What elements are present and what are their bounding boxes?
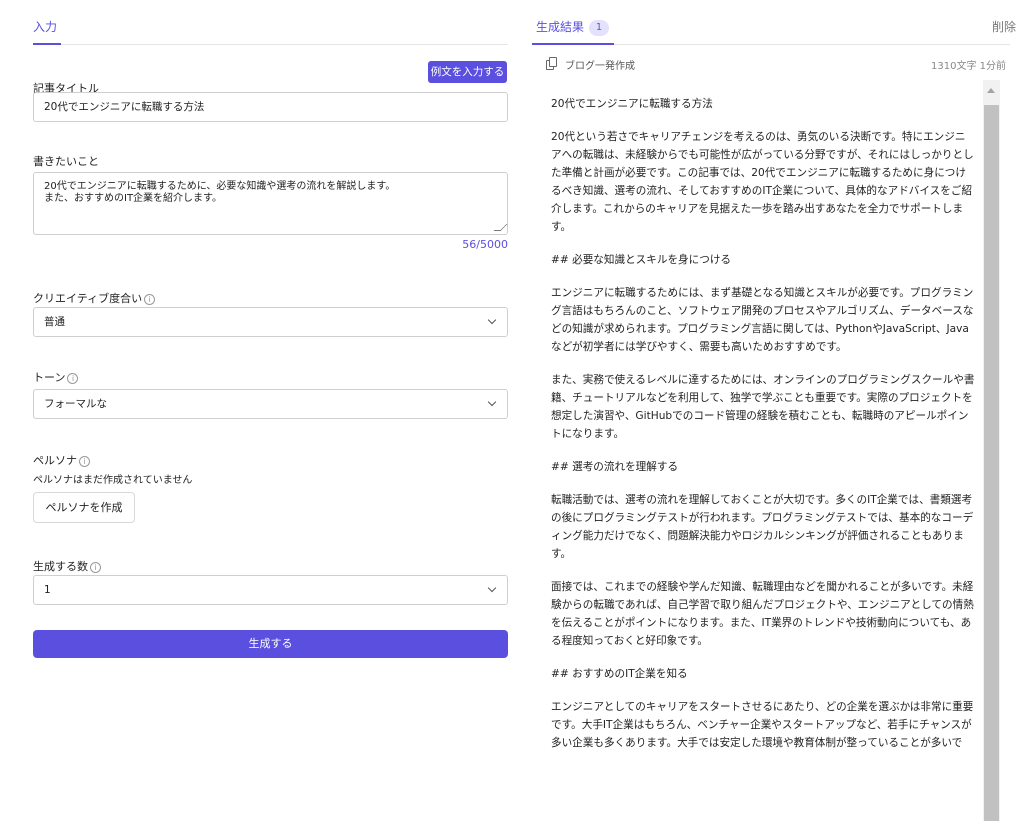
count-select[interactable]: 1 [33, 575, 508, 605]
tab-input[interactable]: 入力 [33, 18, 57, 35]
tone-label: トーン i [33, 369, 79, 385]
result-paragraph: エンジニアに転職するためには、まず基礎となる知識とスキルが必要です。プログラミン… [551, 287, 974, 353]
creativity-value: 普通 [44, 316, 65, 328]
result-count-badge: 1 [589, 20, 610, 36]
chevron-down-icon [487, 583, 497, 593]
result-paragraph: 20代でエンジニアに転職する方法 [551, 98, 713, 110]
resize-handle-icon[interactable] [493, 224, 508, 231]
tab-results-label: 生成結果 [536, 20, 585, 34]
result-paragraph: 転職活動では、選考の流れを理解しておくことが大切です。多くのIT企業では、書類選… [551, 494, 974, 560]
result-card-title: ブログ一発作成 [565, 61, 635, 72]
delete-button[interactable]: 削除 [992, 18, 1016, 35]
info-icon[interactable]: i [144, 294, 156, 305]
info-icon[interactable]: i [90, 562, 101, 573]
chevron-down-icon [487, 315, 497, 325]
article-title-input[interactable]: 20代でエンジニアに転職する方法 [33, 92, 508, 122]
scroll-up-arrow-icon[interactable] [987, 88, 995, 93]
scrollbar[interactable] [983, 80, 1000, 821]
content-line-2: また、おすすめのIT企業を紹介します。 [44, 193, 223, 204]
result-text-area[interactable]: 20代でエンジニアに転職する方法 20代という若さでキャリアチェンジを考えるのは… [537, 80, 1002, 821]
character-counter: 56/5000 [462, 238, 508, 251]
content-textarea[interactable]: 20代でエンジニアに転職するために、必要な知識や選考の流れを解説します。 また、… [33, 172, 508, 235]
count-label-text: 生成する数 [33, 560, 88, 573]
result-card-meta: 1310文字 1分前 [931, 61, 1006, 72]
tab-active-indicator [532, 43, 614, 45]
info-icon[interactable]: i [79, 456, 90, 467]
info-icon[interactable]: i [67, 373, 79, 384]
result-paragraph: ## おすすめのIT企業を知る [551, 668, 688, 680]
tone-select[interactable]: フォーマルな [33, 389, 508, 419]
persona-label-text: ペルソナ [33, 454, 77, 467]
result-paragraph: また、実務で使えるレベルに達するためには、オンラインのプログラミングスクールや書… [551, 374, 975, 440]
result-paragraph: ## 選考の流れを理解する [551, 461, 679, 473]
result-paragraph: エンジニアとしてのキャリアをスタートさせるにあたり、どの企業を選ぶかは非常に重要… [551, 701, 974, 749]
creativity-select[interactable]: 普通 [33, 307, 508, 337]
input-panel: 入力 記事タイトル 例文を入力する 20代でエンジニアに転職する方法 書きたいこ… [33, 0, 508, 821]
copy-icon[interactable] [546, 57, 558, 70]
persona-empty-note: ペルソナはまだ作成されていません [33, 475, 193, 486]
content-line-1: 20代でエンジニアに転職するために、必要な知識や選考の流れを解説します。 [44, 181, 396, 192]
count-label: 生成する数 i [33, 558, 101, 574]
create-persona-button[interactable]: ペルソナを作成 [33, 492, 135, 523]
result-panel: 生成結果 1 削除 ブログ一発作成 1310文字 1分前 20代でエンジニアに転職… [532, 0, 1024, 821]
scroll-thumb[interactable] [984, 105, 999, 821]
tab-divider [33, 44, 508, 45]
persona-label: ペルソナ i [33, 452, 90, 468]
result-paragraph: ## 必要な知識とスキルを身につける [551, 254, 732, 266]
creativity-label-text: クリエイティブ度合い [33, 292, 143, 305]
tone-value: フォーマルな [44, 398, 107, 410]
result-paragraph: 20代という若さでキャリアチェンジを考えるのは、勇気のいる決断です。特にエンジニ… [551, 131, 974, 233]
tab-active-indicator [33, 43, 61, 45]
result-paragraph: 面接では、これまでの経験や学んだ知識、転職理由などを聞かれることが多いです。未経… [551, 581, 974, 647]
result-text: 20代でエンジニアに転職する方法 20代という若さでキャリアチェンジを考えるのは… [551, 95, 975, 767]
fill-example-button[interactable]: 例文を入力する [428, 61, 507, 83]
creativity-label: クリエイティブ度合い i [33, 290, 156, 306]
tab-results[interactable]: 生成結果 1 [536, 18, 610, 36]
generate-button[interactable]: 生成する [33, 630, 508, 658]
chevron-down-icon [487, 397, 497, 407]
count-value: 1 [44, 584, 51, 596]
result-card-header: ブログ一発作成 1310文字 1分前 [532, 55, 1006, 75]
tone-label-text: トーン [33, 371, 66, 384]
content-field-label: 書きたいこと [33, 155, 99, 168]
